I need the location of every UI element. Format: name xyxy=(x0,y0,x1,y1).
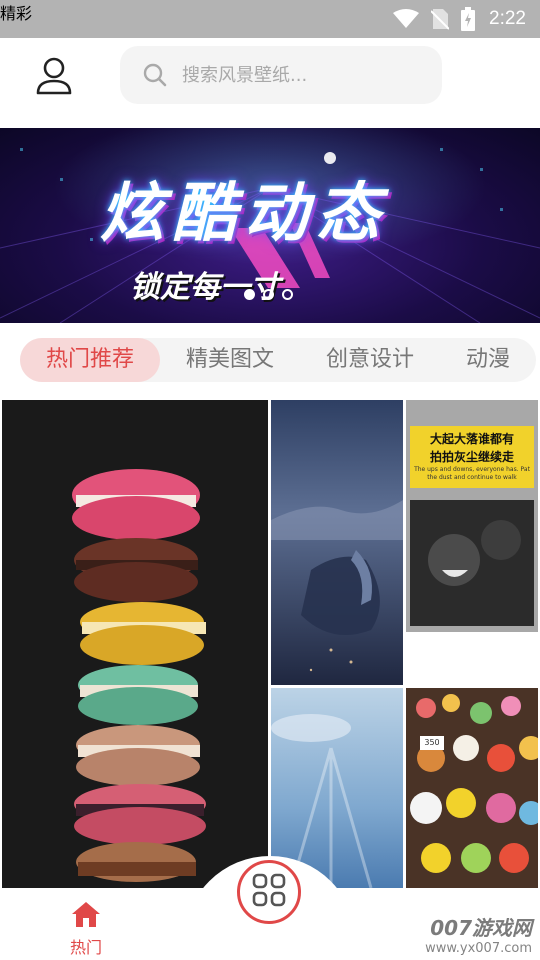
meme-caption-line1: 大起大落谁都有 xyxy=(429,432,514,446)
category-tabs: 热门推荐 精美图文 创意设计 动漫 xyxy=(0,323,540,395)
banner-page-dot[interactable] xyxy=(263,289,274,300)
nav-hot[interactable]: 热门 xyxy=(70,900,102,958)
wallpaper-grid: 大起大落谁都有 拍拍灰尘继续走 The ups and downs, every… xyxy=(0,398,540,888)
wallpaper-thumbnail-macarons[interactable] xyxy=(2,400,268,888)
header xyxy=(0,38,540,128)
apps-grid-icon xyxy=(251,872,287,912)
price-tag: 350 xyxy=(424,738,440,747)
tab-hot-recommend[interactable]: 热门推荐 xyxy=(20,338,161,382)
banner-highlight: 精彩 xyxy=(0,4,33,23)
watermark: 007游戏网 www.yx007.com xyxy=(425,912,532,956)
center-nav-button[interactable] xyxy=(237,860,301,924)
watermark-url: www.yx007.com xyxy=(425,941,532,956)
tab-beautiful-images[interactable]: 精美图文 xyxy=(160,338,300,382)
banner-page-dot[interactable] xyxy=(244,289,255,300)
nav-hot-label: 热门 xyxy=(70,938,103,957)
wallpaper-thumbnail-candy[interactable]: 350 xyxy=(406,688,538,888)
tab-creative-design[interactable]: 创意设计 xyxy=(300,338,440,382)
status-bar: 2:22 xyxy=(0,0,540,38)
meme-caption-line2: 拍拍灰尘继续走 xyxy=(429,450,514,464)
banner-pagination xyxy=(244,289,301,300)
watermark-title: 007游戏网 xyxy=(430,916,532,940)
no-sim-icon xyxy=(431,8,450,30)
search-input[interactable] xyxy=(180,63,424,87)
search-icon xyxy=(142,62,168,88)
wifi-icon xyxy=(393,9,420,29)
clock: 2:22 xyxy=(489,8,526,29)
meme-caption-english: The ups and downs, everyone has. Pat the… xyxy=(414,466,530,481)
wallpaper-thumbnail-meme[interactable]: 大起大落谁都有 拍拍灰尘继续走 The ups and downs, every… xyxy=(406,400,538,632)
wallpaper-thumbnail-anime-girl[interactable] xyxy=(271,400,403,685)
tab-anime[interactable]: 动漫 xyxy=(440,338,536,382)
banner-title: 炫酷动态 xyxy=(100,177,388,251)
banner-page-dot[interactable] xyxy=(282,289,293,300)
user-profile-icon[interactable] xyxy=(34,56,74,96)
home-icon xyxy=(71,900,101,932)
search-bar[interactable] xyxy=(120,46,442,104)
battery-charging-icon xyxy=(461,7,476,31)
